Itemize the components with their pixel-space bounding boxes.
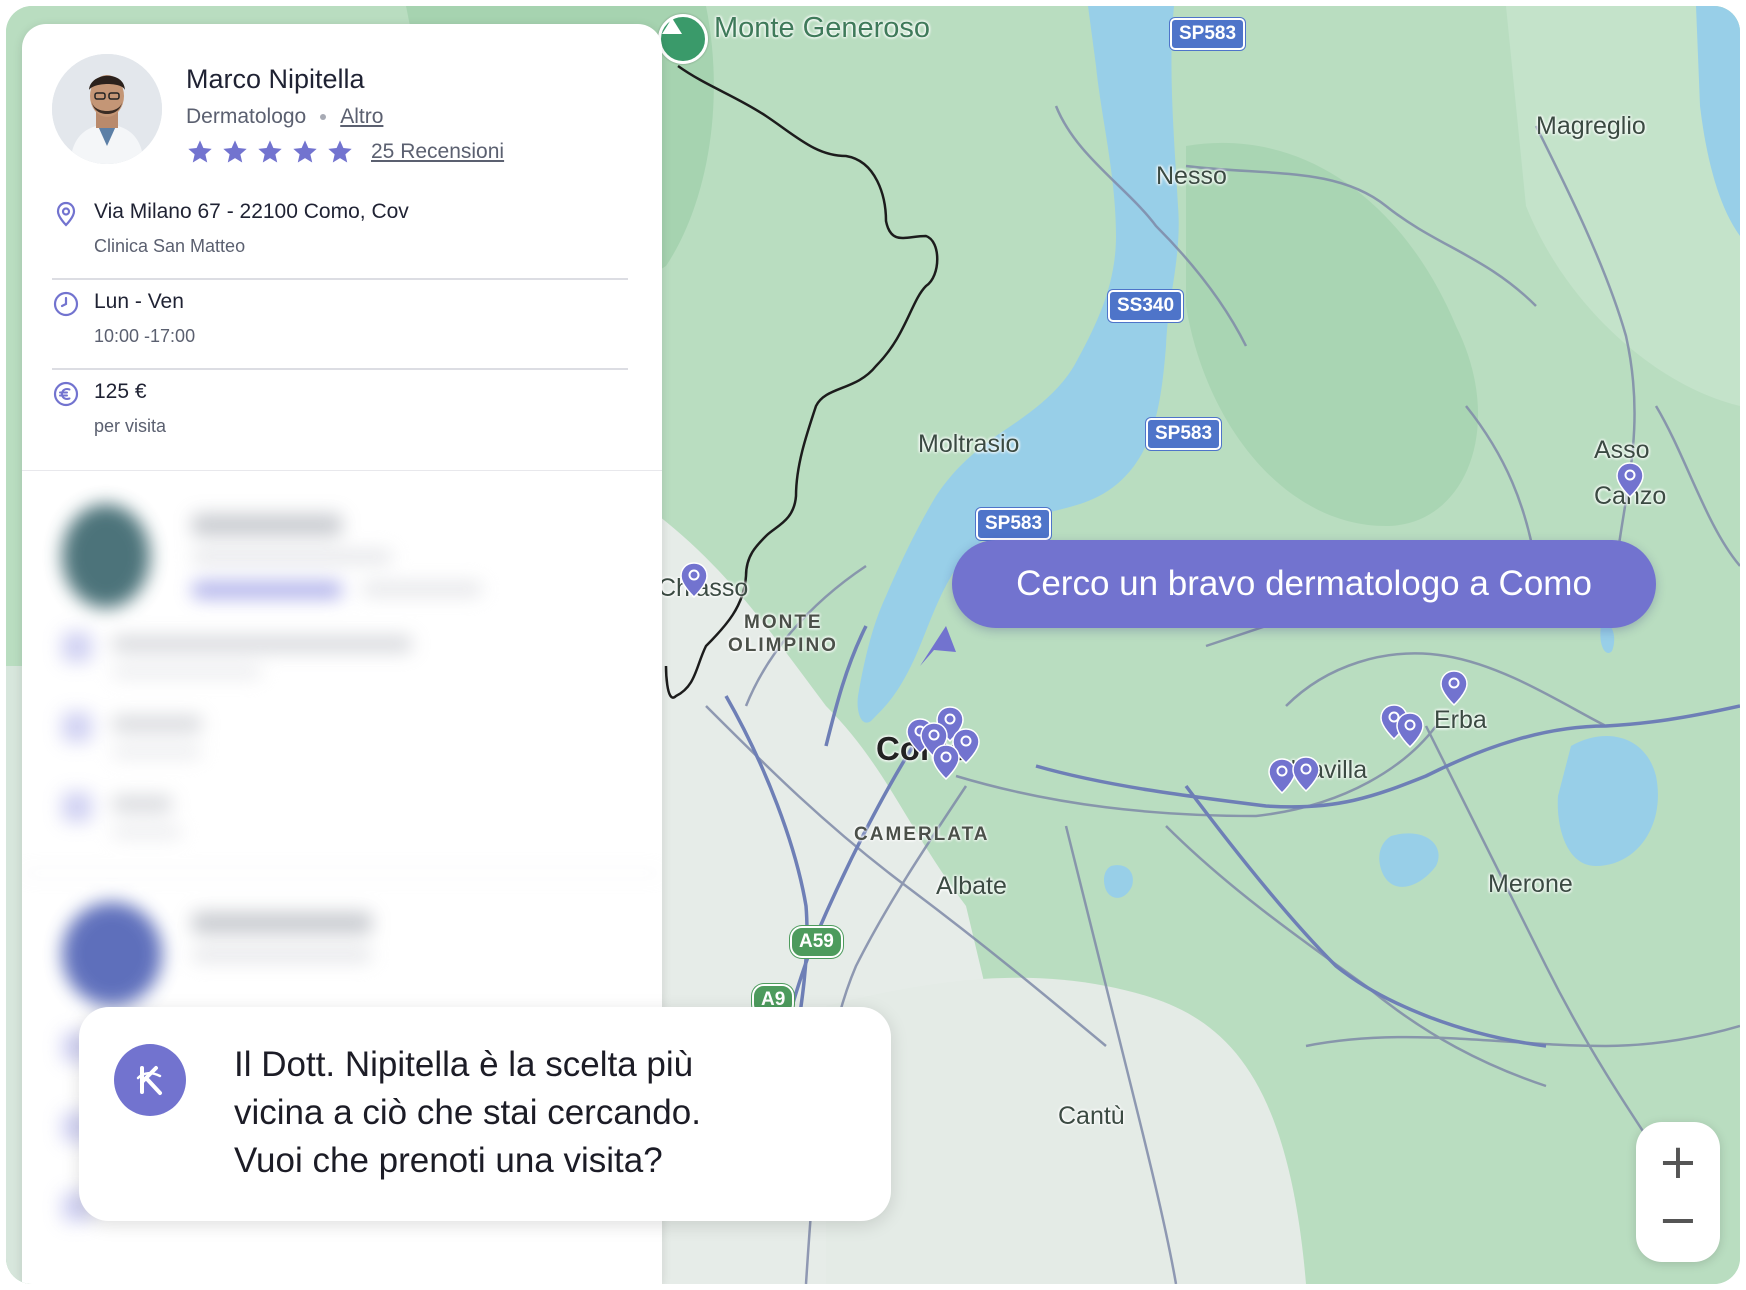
doctor-location-pin-icon[interactable] [932,744,960,780]
hours-row: Lun - Ven 10:00 -17:00 [52,290,632,350]
place-label-monte-olimpino-1: MONTE [744,612,823,633]
list-item [62,712,92,742]
doctor-location-pin-icon[interactable] [680,562,708,598]
opening-hours: 10:00 -17:00 [94,326,196,346]
place-label-erba: Erba [1434,706,1487,734]
doctor-card[interactable]: Marco Nipitella Dermatologo Altro 25 Rec… [22,24,662,472]
list-item [112,746,202,758]
place-label-camerlata: CAMERLATA [854,824,990,845]
list-item [192,550,392,564]
zoom-control: + − [1636,1122,1720,1262]
star-icon [293,140,317,163]
divider [52,278,628,280]
list-item [112,826,182,838]
road-shield-a59: A59 [790,926,843,958]
doctor-specialty-row: Dermatologo Altro [186,105,383,129]
assistant-message: Il Dott. Nipitella è la scelta più vicin… [79,1007,891,1221]
divider [22,872,662,874]
visit-price: 125 € [94,380,147,403]
place-label-albate: Albate [936,872,1007,900]
doctor-location-pin-icon[interactable] [1292,756,1320,792]
road-shield-sp583: SP583 [1170,18,1246,50]
address-row: Via Milano 67 - 22100 Como, Cov Clinica … [52,200,632,260]
avatar [62,504,150,608]
place-label-monte-olimpino-2: OLIMPINO [728,635,838,656]
zoom-in-button[interactable]: + [1636,1132,1720,1192]
price-unit: per visita [94,416,167,436]
rating-row: 25 Recensioni [186,138,504,166]
star-icon [223,140,247,163]
list-item [112,666,262,678]
euro-icon [53,381,79,407]
doctor-location-pin-icon[interactable] [1616,462,1644,498]
star-icon [258,140,282,163]
list-item [192,948,372,962]
list-item [112,636,412,652]
doctor-location-pin-icon[interactable] [1396,712,1424,748]
reviews-link[interactable]: 25 Recensioni [371,140,504,164]
doctor-name[interactable]: Marco Nipitella [186,64,365,95]
assistant-line: Il Dott. Nipitella è la scelta più [234,1045,694,1084]
road-shield-sp583: SP583 [1146,418,1222,450]
list-item [62,632,92,662]
other-specialties-link[interactable]: Altro [340,105,383,129]
list-item [62,792,92,822]
clinic-name: Clinica San Matteo [94,236,246,256]
divider [52,368,628,370]
star-icon [328,140,352,163]
separator-dot [320,114,327,120]
location-pin-icon [56,201,76,227]
list-item [192,582,342,598]
doctor-specialty: Dermatologo [186,105,307,128]
avatar [62,902,162,1006]
place-label-moltrasio: Moltrasio [918,430,1020,458]
road-shield-ss340: SS340 [1108,290,1184,322]
list-item [112,796,172,812]
assistant-message-text: Il Dott. Nipitella è la scelta più vicin… [234,1041,854,1185]
place-label-asso: Asso [1594,436,1650,464]
place-label-nesso: Nesso [1156,162,1227,190]
card-separator [22,470,662,471]
app-frame: Monte Generoso Magreglio Nesso Moltrasio… [6,6,1740,1284]
assistant-logo-icon [114,1044,186,1116]
list-item [112,716,202,732]
clock-icon [53,291,79,317]
doctor-avatar [52,54,162,164]
assistant-line: vicina a ciò che stai cercando. [234,1093,701,1132]
place-label-cantu: Cantù [1058,1102,1125,1130]
list-item [192,912,372,934]
place-label-monte-generoso: Monte Generoso [714,12,931,44]
price-row: 125 € per visita [52,380,632,440]
search-query-bubble[interactable]: Cerco un bravo dermatologo a Como [952,540,1656,628]
star-icon [188,140,212,163]
opening-days: Lun - Ven [94,290,184,313]
zoom-out-button[interactable]: − [1636,1190,1720,1250]
bubble-pointer-icon [920,626,956,666]
place-label-magreglio: Magreglio [1536,112,1646,140]
road-shield-sp583: SP583 [976,508,1052,540]
doctor-location-pin-icon[interactable] [1440,670,1468,706]
mountain-peak-icon [658,14,708,64]
list-item [192,514,342,536]
address-text: Via Milano 67 - 22100 Como, Cov [94,200,409,223]
place-label-merone: Merone [1488,870,1573,898]
assistant-line: Vuoi che prenoti una visita? [234,1141,663,1180]
list-item [362,582,482,596]
